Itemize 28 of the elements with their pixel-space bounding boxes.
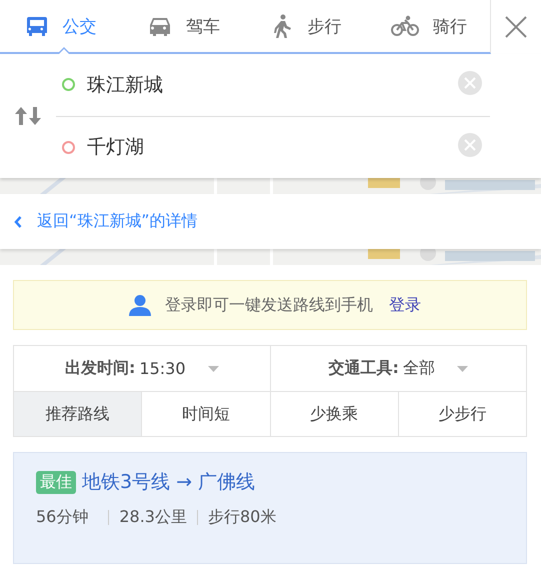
filter-dropdown[interactable]: 出发时间: 15:30 bbox=[14, 346, 270, 391]
login-link[interactable]: 登录 bbox=[389, 294, 421, 316]
car-icon bbox=[148, 15, 172, 37]
mode-tab[interactable]: 公交 bbox=[0, 0, 122, 52]
walking-distance: 步行80米 bbox=[208, 507, 276, 528]
close-icon[interactable] bbox=[505, 16, 527, 38]
dropdown-caret-icon bbox=[456, 366, 468, 372]
route-distance: 28.3公里 bbox=[119, 507, 187, 528]
route-title: 地铁3号线 → 广佛线 bbox=[82, 470, 256, 495]
mode-tab[interactable]: 骑行 bbox=[368, 0, 490, 52]
swap-icon[interactable] bbox=[15, 106, 41, 126]
route-duration: 56分钟 bbox=[36, 507, 88, 528]
sort-tab[interactable]: 推荐路线 bbox=[14, 392, 142, 436]
back-link[interactable]: 返回“珠江新城”的详情 bbox=[37, 211, 198, 232]
login-message: 登录即可一键发送路线到手机 bbox=[165, 294, 373, 316]
back-chevron-icon[interactable] bbox=[14, 216, 22, 228]
best-badge: 最佳 bbox=[36, 470, 76, 494]
location-input[interactable]: 珠江新城 bbox=[87, 74, 446, 96]
walking-person-icon bbox=[271, 14, 294, 38]
dropdown-caret-icon bbox=[208, 366, 218, 372]
bicycle-icon bbox=[390, 15, 419, 37]
user-icon bbox=[129, 294, 151, 316]
mode-tab[interactable]: 步行 bbox=[245, 0, 368, 52]
route-card[interactable]: 最佳 地铁3号线 → 广佛线 56分钟 28.3公里 步行80米 bbox=[13, 452, 527, 564]
mode-tab[interactable]: 驾车 bbox=[122, 0, 245, 52]
filter-dropdown[interactable]: 交通工具: 全部 bbox=[270, 346, 526, 391]
location-input[interactable]: 千灯湖 bbox=[87, 136, 446, 158]
bus-icon bbox=[26, 15, 48, 37]
